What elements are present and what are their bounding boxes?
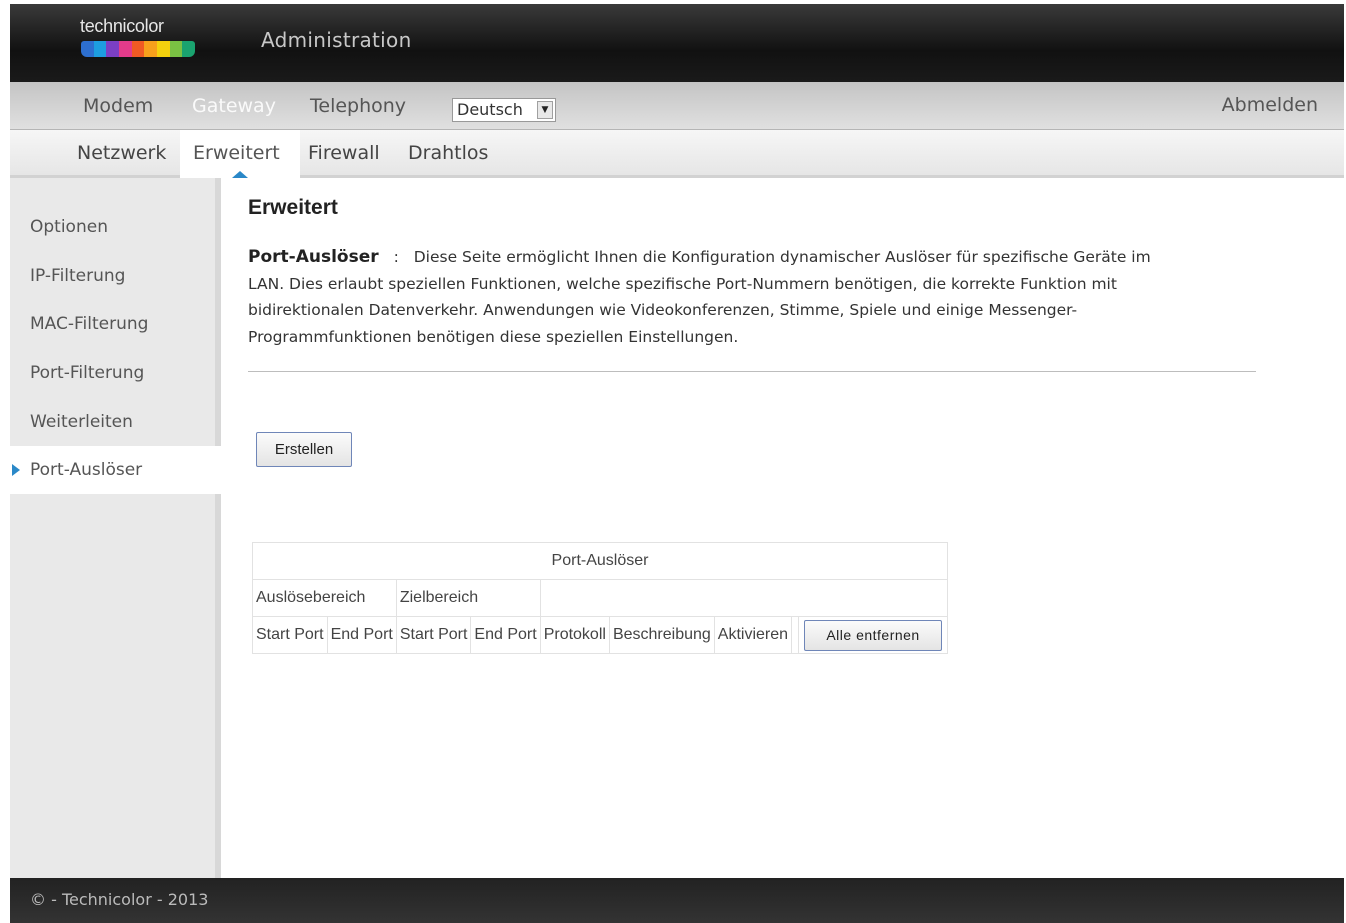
subnav-firewall[interactable]: Firewall — [302, 130, 386, 178]
copyright-text: © - Technicolor - 2013 — [30, 890, 209, 909]
sidebar-item-label: Port-Auslöser — [30, 460, 143, 480]
group-header-zielbereich: Zielbereich — [395, 579, 541, 617]
brand-logo-icon — [81, 41, 195, 57]
col-header-protokoll: Protokoll — [539, 616, 610, 654]
table-group-header-row: Auslösebereich Zielbereich — [252, 579, 949, 617]
subnav-drahtlos[interactable]: Drahtlos — [402, 130, 494, 178]
main-content: Erweitert Port-Auslöser : Diese Seite er… — [248, 196, 1258, 467]
description-line: Diese Seite ermöglicht Ihnen die Konfigu… — [413, 248, 1151, 266]
nav-modem[interactable]: Modem — [83, 95, 153, 117]
header-bar: technicolor Administration — [10, 4, 1344, 82]
description-label: Port-Auslöser — [248, 247, 379, 267]
footer: © - Technicolor - 2013 — [10, 878, 1344, 923]
chevron-down-icon[interactable]: ▼ — [537, 101, 553, 119]
page-description: Port-Auslöser : Diese Seite ermöglicht I… — [248, 244, 1248, 350]
group-header-empty — [539, 579, 949, 617]
group-header-ausloesebereich: Auslösebereich — [252, 579, 397, 617]
logo-stripe — [81, 41, 94, 57]
page-title: Erweitert — [248, 196, 338, 219]
sidebar-item-mac-filterung[interactable]: MAC-Filterung — [10, 300, 221, 348]
logo-stripe — [131, 41, 145, 57]
description-line: Programmfunktionen benötigen diese spezi… — [248, 327, 739, 346]
subnav-netzwerk[interactable]: Netzwerk — [71, 130, 172, 178]
nav-gateway[interactable]: Gateway — [192, 95, 276, 117]
nav-telephony[interactable]: Telephony — [310, 95, 406, 117]
language-select-value: Deutsch — [457, 100, 523, 119]
logo-stripe — [106, 41, 120, 57]
sub-nav: Netzwerk Erweitert Firewall Drahtlos — [10, 130, 1344, 178]
col-header-start-port: Start Port — [252, 616, 328, 654]
description-separator: : — [393, 248, 399, 266]
col-header-start-port: Start Port — [395, 616, 472, 654]
logo-stripe — [182, 41, 195, 57]
brand-logo-text: technicolor — [80, 16, 164, 36]
description-line: LAN. Dies erlaubt speziellen Funktionen,… — [248, 274, 1117, 293]
col-header-actions: Alle entfernen — [798, 616, 949, 654]
sidebar-item-port-ausloeser[interactable]: Port-Auslöser — [10, 446, 221, 494]
logo-stripe — [119, 41, 132, 57]
table-caption: Port-Auslöser — [251, 542, 949, 580]
logo-stripe — [157, 41, 170, 57]
sidebar-item-optionen[interactable]: Optionen — [10, 203, 221, 251]
subnav-erweitert[interactable]: Erweitert — [180, 130, 300, 178]
logo-stripe — [144, 41, 158, 57]
description-line: bidirektionalen Datenverkehr. Anwendunge… — [248, 301, 1078, 319]
main-nav: Modem Gateway Telephony Deutsch ▼ Abmeld… — [10, 82, 1344, 130]
language-select[interactable]: Deutsch ▼ — [452, 98, 556, 122]
logout-link[interactable]: Abmelden — [1222, 94, 1318, 116]
port-trigger-table: Port-Auslöser Auslösebereich Zielbereich… — [251, 542, 949, 654]
table-caption-row: Port-Auslöser — [251, 542, 949, 580]
sidebar-item-ip-filterung[interactable]: IP-Filterung — [10, 252, 221, 300]
subnav-erweitert-label: Erweitert — [193, 142, 280, 164]
col-header-aktivieren: Aktivieren — [713, 616, 793, 654]
table-column-header-row: Start Port End Port Start Port End Port … — [252, 616, 949, 654]
logo-stripe — [169, 41, 183, 57]
sidebar-item-port-filterung[interactable]: Port-Filterung — [10, 349, 221, 397]
active-arrow-icon — [12, 464, 20, 476]
create-button[interactable]: Erstellen — [256, 432, 352, 467]
page-header-title: Administration — [261, 28, 412, 52]
remove-all-button[interactable]: Alle entfernen — [804, 619, 943, 651]
col-header-beschreibung: Beschreibung — [608, 616, 715, 654]
col-header-end-port: End Port — [470, 616, 541, 654]
active-caret-icon — [232, 171, 248, 178]
section-divider — [248, 371, 1256, 372]
col-header-spacer — [791, 616, 800, 654]
sidebar-item-weiterleiten[interactable]: Weiterleiten — [10, 398, 221, 446]
col-header-end-port: End Port — [326, 616, 397, 654]
logo-stripe — [93, 41, 107, 57]
sidebar: Optionen IP-Filterung MAC-Filterung Port… — [10, 178, 221, 878]
